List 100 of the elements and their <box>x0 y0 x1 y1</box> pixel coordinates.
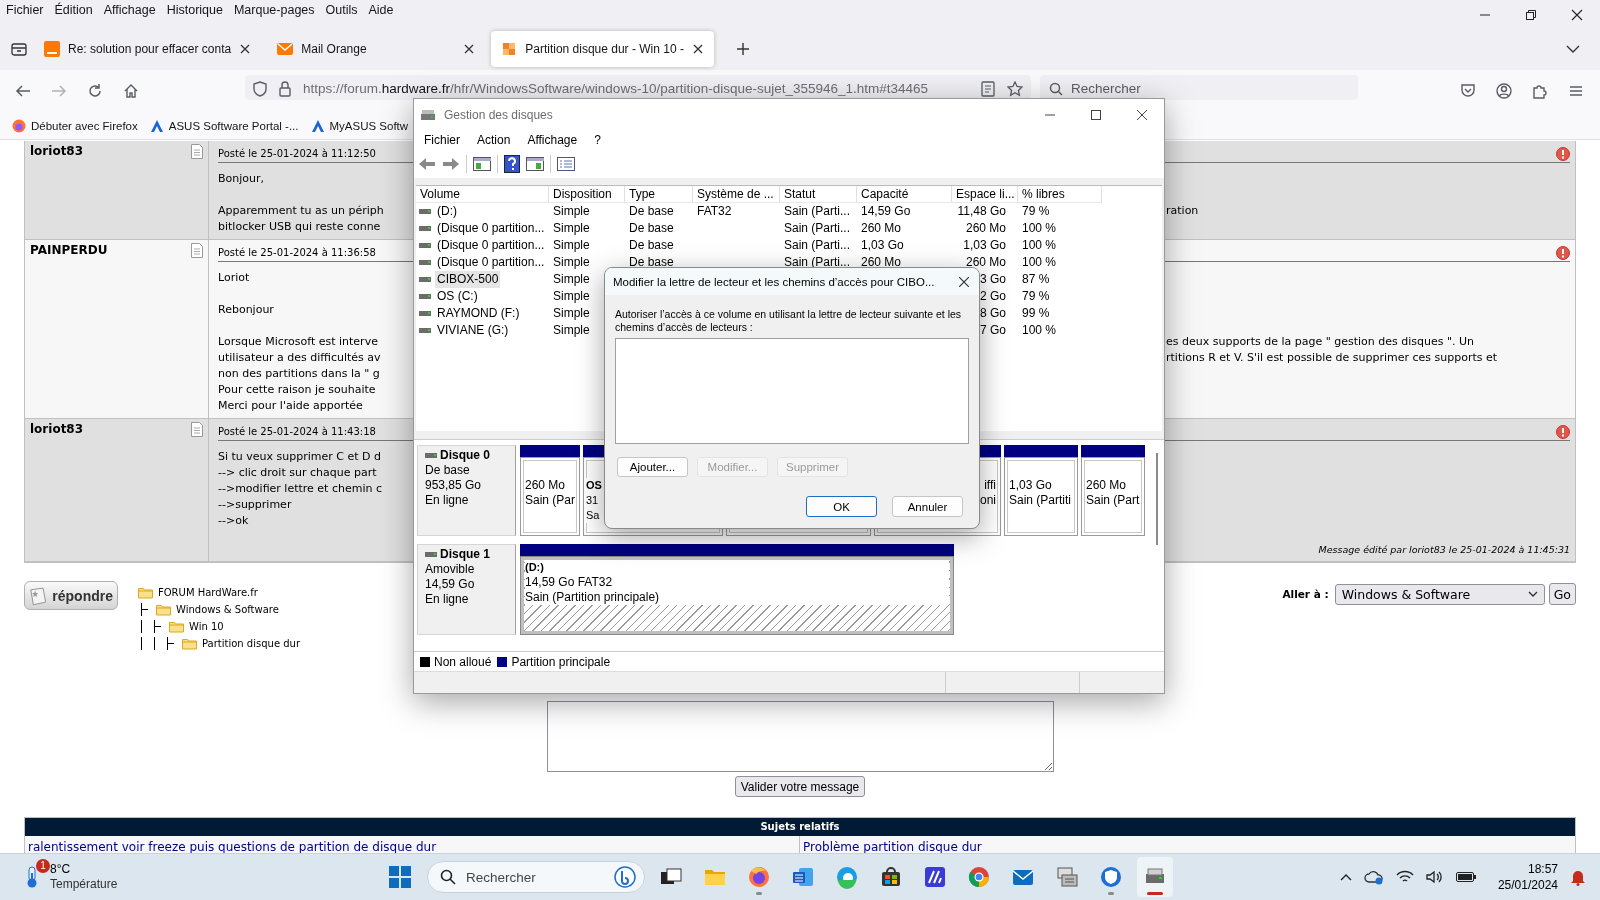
scrollbar[interactable] <box>1156 453 1158 545</box>
disk-label-panel[interactable]: Disque 1 Amovible 14,59 Go En ligne <box>417 544 516 635</box>
menu-item[interactable]: Outils <box>320 2 364 19</box>
message-field[interactable] <box>546 701 1054 772</box>
home-icon[interactable] <box>123 83 139 99</box>
author-name[interactable]: loriot83 <box>30 422 84 436</box>
partition-block[interactable]: 1,03 Go Sain (Partiti <box>1004 457 1078 536</box>
bell-icon[interactable] <box>1570 868 1586 886</box>
forum-select[interactable]: Windows & Software <box>1334 583 1545 605</box>
column-header[interactable]: % libres <box>1018 186 1102 203</box>
menu-item[interactable]: Affichage <box>98 2 162 19</box>
alert-icon[interactable] <box>1556 146 1570 161</box>
column-header[interactable]: Disposition <box>549 186 625 203</box>
table-cell[interactable]: OS (C:) <box>435 288 480 305</box>
browser-tab[interactable]: Partition disque dur - Win 10 - <box>491 31 714 67</box>
chevron-up-icon[interactable] <box>1339 873 1352 881</box>
related-link[interactable]: Problème partition disque dur <box>803 840 982 853</box>
close-icon[interactable] <box>239 43 252 55</box>
wifi-icon[interactable] <box>1395 870 1414 884</box>
panel-icon[interactable] <box>526 156 544 172</box>
star-icon[interactable] <box>1007 80 1023 97</box>
close-icon[interactable] <box>1571 9 1583 21</box>
help-icon[interactable] <box>504 155 520 173</box>
shield-icon[interactable] <box>253 80 267 97</box>
forward-icon[interactable] <box>442 157 460 171</box>
menu-item[interactable]: Édition <box>49 2 99 19</box>
column-header[interactable]: Système de ... <box>693 186 780 203</box>
dialog-button[interactable]: Annuler <box>892 496 963 517</box>
column-header[interactable]: Espace li... <box>952 186 1018 203</box>
browser-tab[interactable]: Re: solution pour effacer conta <box>34 31 262 67</box>
menu-item[interactable]: Action <box>468 130 519 150</box>
paths-list[interactable] <box>615 338 969 444</box>
document-icon[interactable] <box>191 144 203 159</box>
document-icon[interactable] <box>191 422 203 437</box>
dialog-button[interactable]: OK <box>806 496 877 517</box>
cloud-icon[interactable] <box>1363 869 1384 885</box>
table-cell[interactable]: VIVIANE (G:) <box>435 322 511 339</box>
account-icon[interactable] <box>1496 83 1512 99</box>
disk-label-panel[interactable]: Disque 0 De base 953,85 Go En ligne <box>417 445 516 536</box>
column-header[interactable]: Type <box>625 186 693 203</box>
menu-item[interactable]: Fichier <box>415 130 468 150</box>
column-header[interactable]: Statut <box>780 186 857 203</box>
partition-block[interactable]: 260 Mo Sain (Par <box>520 457 580 536</box>
back-icon[interactable] <box>418 157 436 171</box>
menu-item[interactable]: Historique <box>161 2 229 19</box>
menu-item[interactable]: Marque-pages <box>228 2 321 19</box>
menu-item[interactable]: Affichage <box>518 130 586 150</box>
clock[interactable]: 18:57 25/01/2024 <box>1497 861 1558 893</box>
menu-item[interactable]: ? <box>585 130 609 150</box>
maximize-icon[interactable] <box>1091 109 1101 120</box>
table-cell[interactable]: (Disque 0 partition... <box>435 220 547 237</box>
chevron-down-icon[interactable] <box>1566 44 1580 54</box>
new-tab-icon[interactable] <box>735 42 750 56</box>
related-link[interactable]: ralentissement voir freeze puis questions de partition de disque dur <box>28 840 437 853</box>
table-cell[interactable]: (D:) <box>435 203 459 220</box>
search-field[interactable]: Rechercher <box>1040 75 1358 100</box>
chat-icon[interactable] <box>614 866 636 888</box>
table-cell[interactable]: RAYMOND (F:) <box>435 305 522 322</box>
column-header[interactable]: Capacité <box>857 186 952 203</box>
partition-block[interactable]: (D:) 14,59 Go FAT32 Sain (Partition principale) <box>520 556 954 635</box>
restore-icon[interactable] <box>1525 9 1537 21</box>
close-icon[interactable] <box>959 276 969 287</box>
close-icon[interactable] <box>691 43 704 55</box>
browser-tab[interactable]: Mail Orange <box>267 31 486 67</box>
breadcrumb-link[interactable]: FORUM HardWare.fr <box>158 587 258 598</box>
bookmark-link[interactable]: Débuter avec Firefox <box>12 118 138 133</box>
table-cell[interactable]: (Disque 0 partition... <box>435 254 547 271</box>
reload-icon[interactable] <box>87 83 103 99</box>
table-cell[interactable]: (Disque 0 partition... <box>435 237 547 254</box>
weather-widget[interactable]: 1 8°C Température <box>0 862 389 892</box>
panel-icon[interactable] <box>473 156 491 172</box>
start-icon[interactable] <box>389 866 411 888</box>
alert-icon[interactable] <box>1556 424 1570 439</box>
reader-view-icon[interactable] <box>981 80 995 97</box>
menu-icon[interactable] <box>1568 83 1584 99</box>
battery-icon[interactable] <box>1455 871 1476 883</box>
breadcrumb-link[interactable]: Windows & Software <box>176 604 279 615</box>
go-button[interactable]: Go <box>1548 583 1576 605</box>
close-icon[interactable] <box>1137 109 1147 120</box>
table-cell[interactable]: CIBOX-500 <box>435 271 501 288</box>
volume-icon[interactable] <box>1425 870 1444 884</box>
address-field[interactable]: https://forum.hardware.fr/hfr/WindowsSoftware/windows-10/partition-disque-sujet_355946_1.htm#t34465 <box>245 75 1031 100</box>
bookmark-link[interactable]: ASUS Software Portal -... <box>149 118 299 133</box>
properties-icon[interactable] <box>557 157 575 171</box>
extensions-icon[interactable] <box>1532 83 1548 99</box>
alert-icon[interactable] <box>1556 245 1570 260</box>
pocket-icon[interactable] <box>1460 83 1476 99</box>
author-name[interactable]: loriot83 <box>30 144 84 158</box>
breadcrumb-link[interactable]: Partition disque dur <box>202 638 300 649</box>
add-button[interactable]: Ajouter... <box>617 457 688 477</box>
document-icon[interactable] <box>191 243 203 258</box>
submit-button[interactable]: Valider votre message <box>734 776 866 797</box>
menu-item[interactable]: Fichier <box>1 2 50 19</box>
search-field[interactable]: Rechercher <box>427 861 645 893</box>
breadcrumb-link[interactable]: Win 10 <box>189 621 224 632</box>
back-icon[interactable] <box>15 83 31 99</box>
partition-block[interactable]: 260 Mo Sain (Part <box>1081 457 1145 536</box>
author-name[interactable]: PAINPERDU <box>30 243 108 257</box>
column-header[interactable]: Volume <box>416 186 549 203</box>
bookmark-link[interactable]: MyASUS Softw <box>310 118 409 133</box>
